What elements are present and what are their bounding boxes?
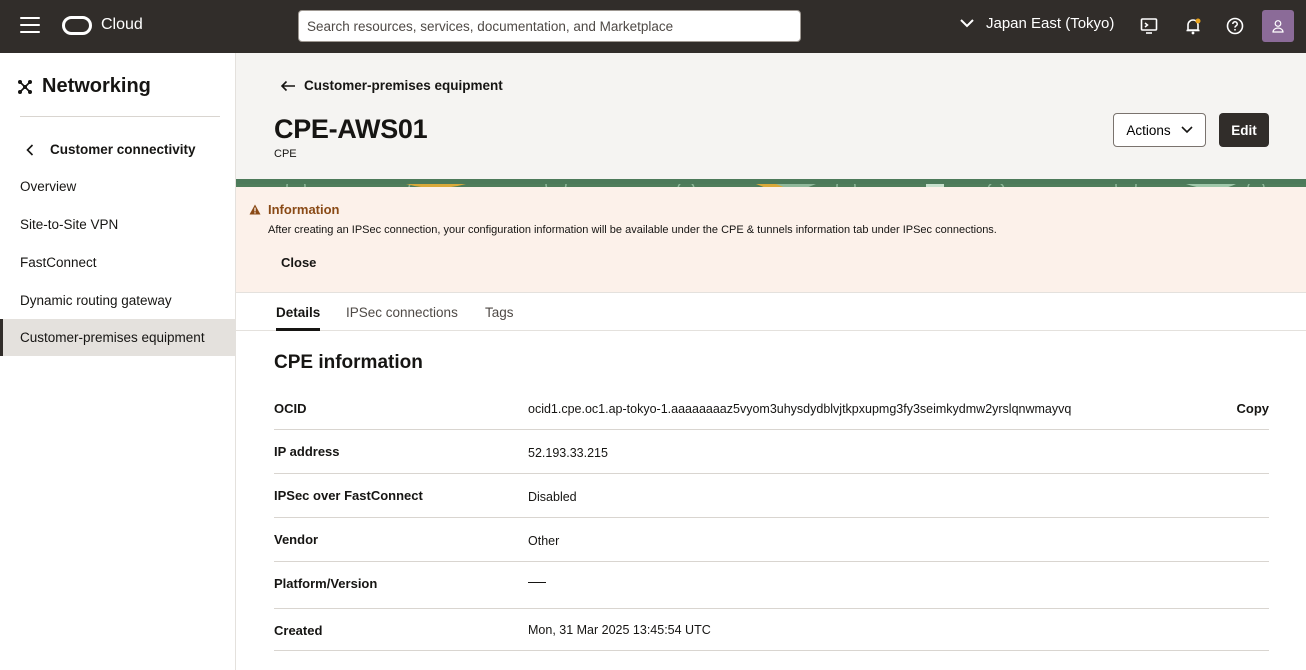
tab-details[interactable]: Details: [276, 293, 321, 331]
bell-icon[interactable]: [1182, 15, 1204, 37]
arrow-left-icon: [280, 80, 295, 91]
ocid-value: ocid1.cpe.oc1.ap-tokyo-1.aaaaaaaaz5vyom3…: [528, 402, 1072, 416]
brand-name[interactable]: Cloud: [101, 16, 143, 34]
oracle-logo-icon[interactable]: [62, 16, 92, 35]
sidebar-title: Networking: [16, 75, 151, 98]
sidebar-item-site-to-site-vpn[interactable]: Site-to-Site VPN: [0, 206, 235, 243]
sidebar-back-label: Customer connectivity: [50, 142, 196, 157]
decorative-banner: [236, 179, 1306, 187]
detail-row-ip-address: IP address 52.193.33.215: [274, 430, 1269, 474]
row-value: Disabled: [528, 490, 577, 504]
page-title: CPE-AWS01: [274, 114, 428, 144]
row-label: OCID: [274, 401, 307, 416]
chevron-down-icon: [1181, 126, 1193, 134]
sidebar-divider: [20, 116, 220, 117]
row-value: Mon, 31 Mar 2025 13:45:54 UTC: [528, 623, 711, 637]
detail-row-created: Created Mon, 31 Mar 2025 13:45:54 UTC: [274, 609, 1269, 651]
search-input[interactable]: [298, 10, 801, 42]
user-icon: [1272, 20, 1284, 33]
chevron-left-icon: [26, 143, 34, 156]
detail-row-vendor: Vendor Other: [274, 518, 1269, 562]
breadcrumb-label: Customer-premises equipment: [304, 78, 503, 93]
sidebar-item-fastconnect[interactable]: FastConnect: [0, 244, 235, 281]
tab-tags[interactable]: Tags: [485, 293, 514, 331]
notice-title-text: Information: [268, 202, 340, 217]
top-bar: Cloud Japan East (Tokyo): [0, 0, 1306, 53]
tab-ipsec-connections[interactable]: IPSec connections: [346, 293, 458, 331]
section-title: CPE information: [274, 352, 423, 373]
copy-ocid-link[interactable]: Copy: [1237, 401, 1270, 416]
help-icon[interactable]: [1224, 15, 1246, 37]
actions-button[interactable]: Actions: [1113, 113, 1206, 147]
warning-icon: [249, 204, 261, 215]
detail-row-ipsec-over-fastconnect: IPSec over FastConnect Disabled: [274, 474, 1269, 518]
row-value: Other: [528, 534, 560, 548]
row-label: IP address: [274, 444, 340, 459]
chevron-down-icon: [960, 19, 974, 28]
info-notice: Information After creating an IPSec conn…: [236, 187, 1306, 293]
row-value: 52.193.33.215: [528, 446, 608, 460]
notice-title: Information: [249, 202, 340, 217]
notice-close-button[interactable]: Close: [281, 255, 316, 270]
user-avatar[interactable]: [1262, 10, 1294, 42]
edit-button[interactable]: Edit: [1219, 113, 1269, 147]
notice-message: After creating an IPSec connection, your…: [268, 224, 997, 236]
sidebar-back-link[interactable]: Customer connectivity: [26, 142, 196, 157]
page-subtitle: CPE: [274, 148, 297, 160]
row-label: Created: [274, 623, 323, 638]
region-label: Japan East (Tokyo): [986, 15, 1115, 32]
actions-label: Actions: [1126, 122, 1171, 138]
row-label: IPSec over FastConnect: [274, 488, 423, 503]
breadcrumb-back-link[interactable]: Customer-premises equipment: [280, 78, 503, 93]
region-selector[interactable]: Japan East (Tokyo): [960, 15, 1114, 32]
sidebar: Networking Customer connectivity Overvie…: [0, 53, 236, 670]
menu-icon[interactable]: [20, 17, 40, 35]
cloud-shell-icon[interactable]: [1138, 15, 1160, 37]
detail-row-ocid: OCID ocid1.cpe.oc1.ap-tokyo-1.aaaaaaaaz5…: [274, 390, 1269, 430]
row-label: Platform/Version: [274, 576, 378, 591]
sidebar-title-text: Networking: [42, 75, 151, 97]
sidebar-item-overview[interactable]: Overview: [0, 168, 235, 205]
tab-bar: Details IPSec connections Tags: [236, 293, 1306, 331]
sidebar-item-dynamic-routing-gateway[interactable]: Dynamic routing gateway: [0, 282, 235, 319]
networking-icon: [18, 79, 32, 94]
page-header: Customer-premises equipment CPE-AWS01 CP…: [236, 53, 1306, 179]
detail-row-platform-version: Platform/Version: [274, 562, 1269, 609]
row-label: Vendor: [274, 532, 319, 547]
sidebar-item-customer-premises-equipment[interactable]: Customer-premises equipment: [0, 319, 235, 356]
empty-value-dash: [528, 582, 546, 583]
